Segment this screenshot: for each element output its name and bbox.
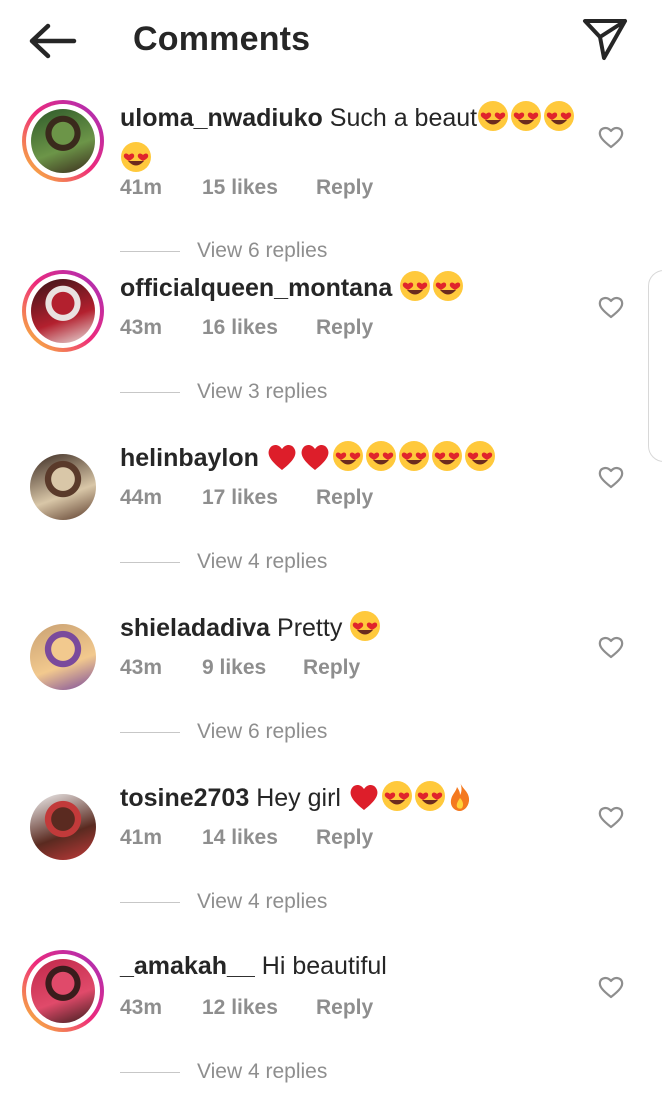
comment-text: tosine2703 Hey girl xyxy=(120,780,580,821)
comment-time: 43m xyxy=(120,996,163,1019)
heart-eyes-emoji xyxy=(477,100,509,141)
heart-eyes-emoji xyxy=(510,100,542,141)
avatar[interactable] xyxy=(22,270,104,352)
comment-text: _amakah__ Hi beautiful xyxy=(120,950,580,983)
heart-eyes-emoji xyxy=(432,270,464,311)
comment-text: helinbaylon xyxy=(120,440,580,481)
replies-divider-line xyxy=(120,562,180,563)
reply-button[interactable]: Reply xyxy=(316,996,373,1020)
reply-button[interactable]: Reply xyxy=(316,176,373,200)
view-replies-label: View 4 replies xyxy=(197,550,328,573)
view-replies-label: View 4 replies xyxy=(197,1060,328,1083)
comment-time: 43m xyxy=(120,656,163,679)
view-replies-label: View 6 replies xyxy=(197,720,328,743)
heart-eyes-emoji xyxy=(399,270,431,311)
comment-body: Such a beaut xyxy=(329,104,478,132)
like-comment-button[interactable] xyxy=(598,125,624,149)
red-heart-emoji xyxy=(266,442,298,481)
red-heart-emoji xyxy=(348,782,380,821)
comment-likes[interactable]: 17 likes xyxy=(202,486,278,510)
like-comment-button[interactable] xyxy=(598,465,624,489)
comment-text: uloma_nwadiuko Such a beaut xyxy=(120,100,580,182)
comment-time: 41m xyxy=(120,176,163,199)
comment-body: Hey girl xyxy=(256,784,341,812)
heart-eyes-emoji xyxy=(464,440,496,481)
reply-button[interactable]: Reply xyxy=(303,656,360,680)
heart-eyes-emoji xyxy=(349,610,381,651)
like-comment-button[interactable] xyxy=(598,805,624,829)
reply-button[interactable]: Reply xyxy=(316,316,373,340)
comment-row: uloma_nwadiuko Such a beaut 41m 15 likes Re… xyxy=(0,96,662,266)
comment-username[interactable]: tosine2703 xyxy=(120,784,249,812)
replies-divider-line xyxy=(120,1072,180,1073)
replies-divider-line xyxy=(120,902,180,903)
heart-eyes-emoji xyxy=(332,440,364,481)
avatar[interactable] xyxy=(22,786,104,868)
heart-eyes-emoji xyxy=(431,440,463,481)
like-comment-button[interactable] xyxy=(598,635,624,659)
comment-likes[interactable]: 16 likes xyxy=(202,316,278,340)
back-button[interactable] xyxy=(26,20,78,62)
comment-likes[interactable]: 9 likes xyxy=(202,656,266,680)
like-comment-button[interactable] xyxy=(598,975,624,999)
view-replies-label: View 3 replies xyxy=(197,380,328,403)
comment-row: helinbaylon 44m 17 likes Reply View 4 repli… xyxy=(0,436,662,606)
heart-eyes-emoji xyxy=(414,780,446,821)
reply-button[interactable]: Reply xyxy=(316,826,373,850)
red-heart-emoji xyxy=(299,442,331,481)
comment-likes[interactable]: 14 likes xyxy=(202,826,278,850)
arrow-left-icon xyxy=(29,23,77,59)
heart-outline-icon xyxy=(598,126,624,149)
comment-row: shieladadiva Pretty 43m 9 likes Reply View … xyxy=(0,606,662,776)
heart-outline-icon xyxy=(598,466,624,489)
comment-username[interactable]: helinbaylon xyxy=(120,444,259,472)
comment-row: tosine2703 Hey girl 41m 14 likes Reply View… xyxy=(0,776,662,946)
comment-body: Pretty xyxy=(277,614,343,642)
avatar-image xyxy=(31,109,95,173)
avatar-image xyxy=(30,624,96,690)
avatar-image xyxy=(31,959,95,1023)
comment-time: 43m xyxy=(120,316,163,339)
fire-emoji xyxy=(447,780,473,821)
heart-outline-icon xyxy=(598,806,624,829)
comment-username[interactable]: shieladadiva xyxy=(120,614,270,642)
share-button[interactable] xyxy=(580,16,630,62)
header-bar: Comments xyxy=(0,0,662,82)
comment-row: _amakah__ Hi beautiful 43m 12 likes Reply V… xyxy=(0,946,662,1116)
replies-divider-line xyxy=(120,392,180,393)
heart-eyes-emoji xyxy=(365,440,397,481)
heart-eyes-emoji xyxy=(398,440,430,481)
heart-outline-icon xyxy=(598,636,624,659)
heart-eyes-emoji xyxy=(381,780,413,821)
heart-outline-icon xyxy=(598,296,624,319)
view-replies-label: View 6 replies xyxy=(197,239,328,262)
comment-text: officialqueen_montana xyxy=(120,270,580,311)
replies-divider-line xyxy=(120,251,180,252)
heart-outline-icon xyxy=(598,976,624,999)
comment-row: officialqueen_montana 43m 16 likes Reply Vi… xyxy=(0,266,662,436)
comment-time: 44m xyxy=(120,486,163,509)
avatar[interactable] xyxy=(22,950,104,1032)
comment-time: 41m xyxy=(120,826,163,849)
comment-username[interactable]: _amakah__ xyxy=(120,952,255,980)
comment-likes[interactable]: 15 likes xyxy=(202,176,278,200)
comment-username[interactable]: uloma_nwadiuko xyxy=(120,104,323,132)
page-title: Comments xyxy=(133,20,311,58)
comment-text: shieladadiva Pretty xyxy=(120,610,580,651)
comment-username[interactable]: officialqueen_montana xyxy=(120,274,392,302)
heart-eyes-emoji xyxy=(543,100,575,141)
view-replies-label: View 4 replies xyxy=(197,890,328,913)
reply-button[interactable]: Reply xyxy=(316,486,373,510)
paper-plane-icon xyxy=(583,19,627,60)
replies-divider-line xyxy=(120,732,180,733)
avatar[interactable] xyxy=(22,446,104,528)
avatar-image xyxy=(30,794,96,860)
avatar-image xyxy=(31,279,95,343)
comment-likes[interactable]: 12 likes xyxy=(202,996,278,1020)
avatar-image xyxy=(30,454,96,520)
comment-body: Hi beautiful xyxy=(261,952,387,980)
like-comment-button[interactable] xyxy=(598,295,624,319)
avatar[interactable] xyxy=(22,100,104,182)
avatar[interactable] xyxy=(22,616,104,698)
